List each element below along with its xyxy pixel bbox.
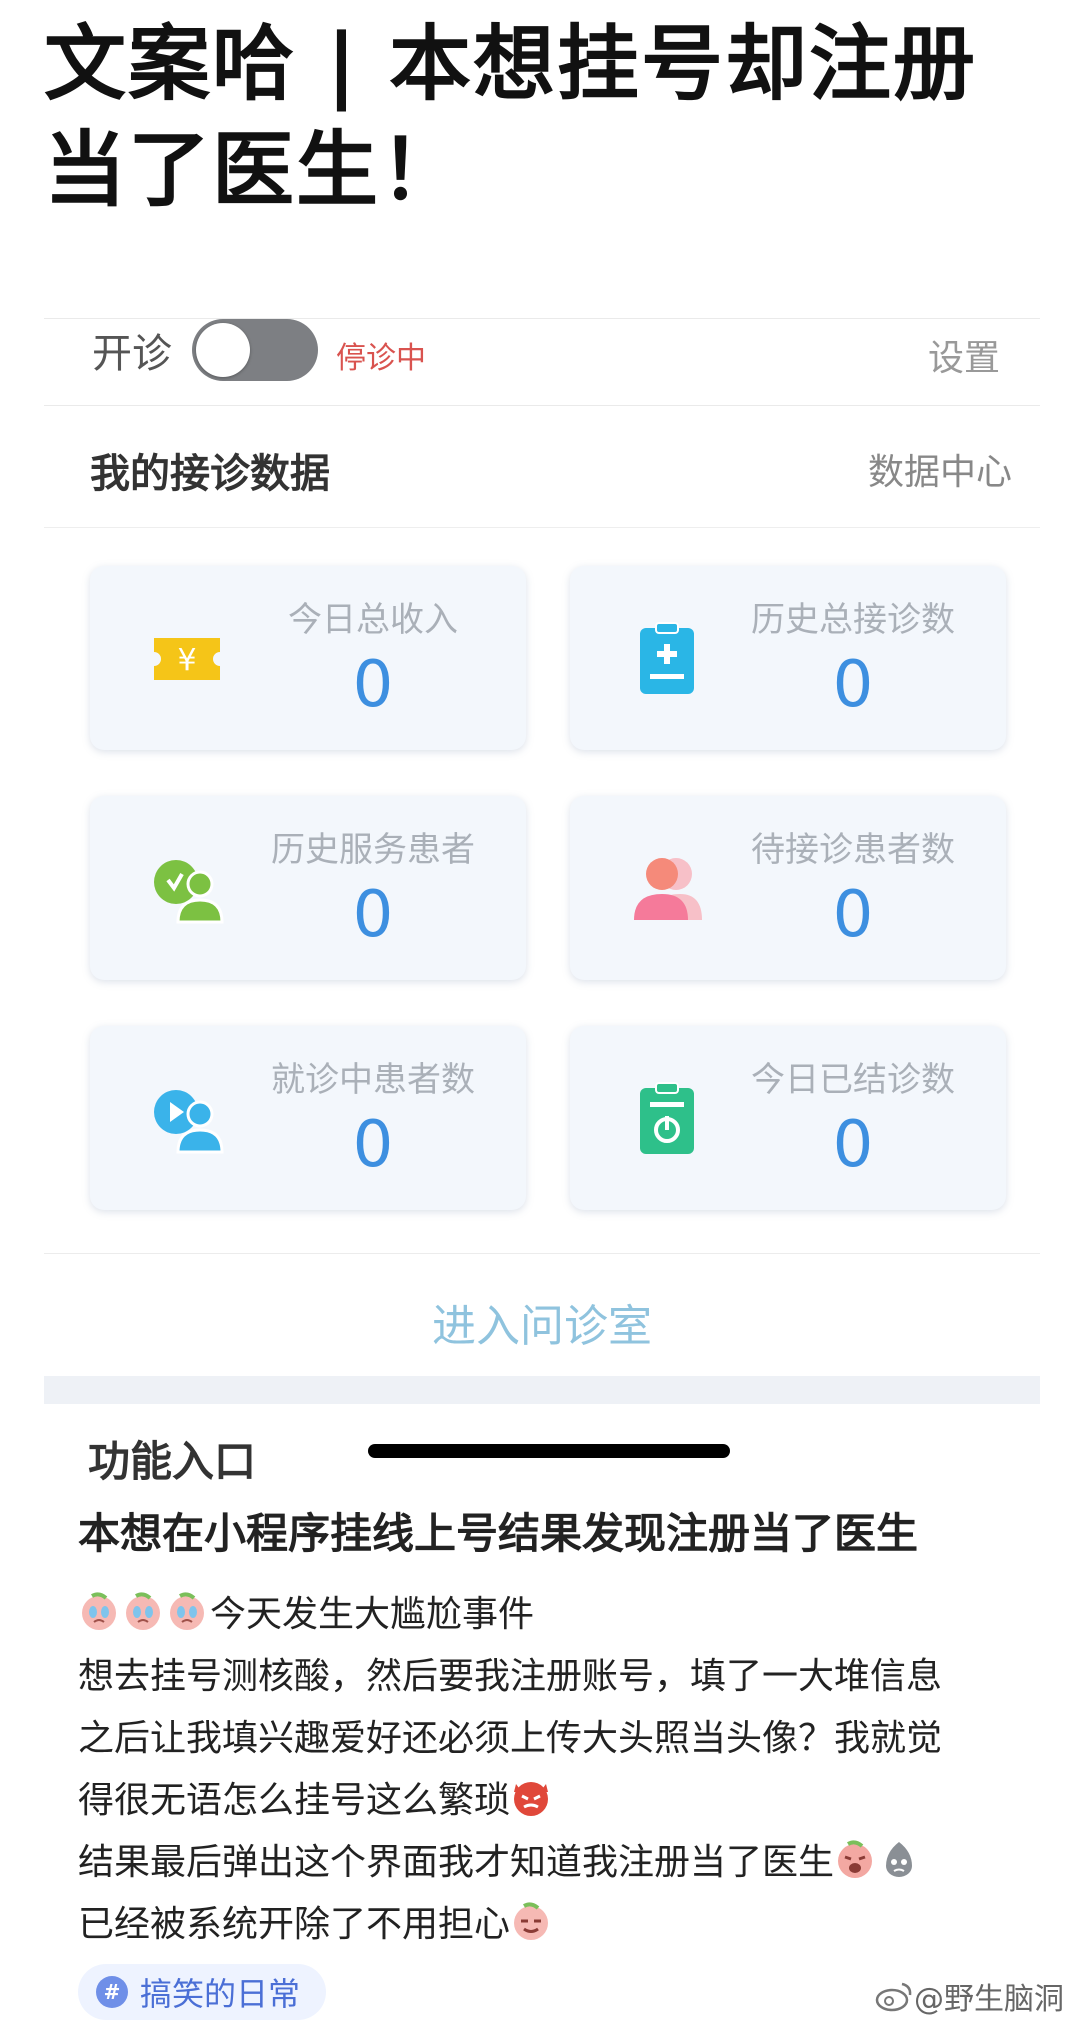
crying-peach-emoji-icon <box>82 1592 116 1630</box>
svg-text:¥: ¥ <box>177 643 196 678</box>
topic-tag[interactable]: # 搞笑的日常 <box>78 1964 327 2020</box>
stat-label: 历史服务患者 <box>271 830 475 870</box>
post-line: 已经被系统开除了不用担心 <box>78 1894 1038 1956</box>
post-text: 得很无语怎么挂号这么繁琐 <box>78 1780 511 1821</box>
post-body: 今天发生大尴尬事件 想去挂号测核酸，然后要我注册账号，填了一大堆信息 之后让我填… <box>78 1584 1038 1956</box>
post-line: 想去挂号测核酸，然后要我注册账号，填了一大堆信息 <box>78 1656 943 1697</box>
yuan-ticket-icon: ¥ <box>154 638 220 680</box>
sad-blob-emoji-icon <box>886 1842 913 1877</box>
hashtag-icon: # <box>96 1976 128 2008</box>
patients-served-icon <box>154 860 224 924</box>
post-line: 之后让我填兴趣爱好还必须上传大头照当头像？我就觉 <box>78 1718 943 1759</box>
crying-peach-emoji-icon <box>126 1592 160 1630</box>
clipboard-plus-icon <box>640 622 694 694</box>
settings-link[interactable]: 设置 <box>928 329 1000 381</box>
post-text: 结果最后弹出这个界面我才知道我注册当了医生 <box>78 1842 835 1883</box>
stat-card-waiting-patients[interactable]: 待接诊患者数 0 <box>570 796 1006 980</box>
enter-consultation-room-button[interactable]: 进入问诊室 <box>44 1290 1040 1354</box>
open-clinic-label: 开诊 <box>92 331 172 377</box>
screaming-peach-emoji-icon <box>838 1840 873 1878</box>
post-line: 结果最后弹出这个界面我才知道我注册当了医生 <box>78 1832 1038 1894</box>
stat-card-in-consultation[interactable]: 就诊中患者数 0 <box>90 1026 526 1210</box>
clinic-status-row: 开诊 停诊中 设置 <box>44 318 1040 406</box>
stat-label: 就诊中患者数 <box>271 1060 475 1100</box>
angry-devil-emoji-icon <box>514 1782 549 1816</box>
stat-label: 今日总收入 <box>288 600 458 640</box>
stat-label: 今日已结诊数 <box>751 1060 955 1100</box>
waiting-patient-icon <box>634 858 702 920</box>
data-center-link[interactable]: 数据中心 <box>868 443 1012 495</box>
headline: 文案哈 | 本想挂号却注册当了医生！ <box>44 17 978 218</box>
redaction-bar <box>368 1444 730 1458</box>
stat-card-today-finished[interactable]: 今日已结诊数 0 <box>570 1026 1006 1210</box>
stat-value: 0 <box>352 648 394 722</box>
weibo-watermark: @野生脑洞 <box>874 1974 1064 2018</box>
toggle-knob <box>196 323 250 377</box>
in-consultation-icon <box>154 1090 224 1154</box>
section-separator <box>44 1376 1040 1404</box>
watermark-text: @野生脑洞 <box>914 1982 1064 2017</box>
stat-value: 0 <box>352 878 394 952</box>
post-text: 已经被系统开除了不用担心 <box>78 1904 511 1945</box>
tag-label: 搞笑的日常 <box>140 1975 301 2013</box>
open-clinic-toggle[interactable] <box>192 319 318 381</box>
stat-value: 0 <box>352 1108 394 1182</box>
stat-label: 历史总接诊数 <box>751 600 955 640</box>
clipboard-done-icon <box>640 1082 694 1154</box>
clinic-status-text: 停诊中 <box>336 341 426 376</box>
stat-label: 待接诊患者数 <box>751 830 955 870</box>
crying-peach-emoji-icon <box>170 1592 204 1630</box>
post-title: 本想在小程序挂线上号结果发现注册当了医生 <box>78 1509 919 1558</box>
stat-value: 0 <box>832 878 874 952</box>
section-title: 我的接诊数据 <box>90 451 330 497</box>
post-text: 今天发生大尴尬事件 <box>210 1594 535 1635</box>
consultation-data-header: 我的接诊数据 数据中心 <box>44 405 1040 528</box>
weibo-logo-icon <box>875 1982 912 2012</box>
smug-peach-emoji-icon <box>514 1902 549 1940</box>
stat-value: 0 <box>832 648 874 722</box>
function-entry-title: 功能入口 <box>88 1437 257 1486</box>
stat-card-today-income[interactable]: ¥ 今日总收入 0 <box>90 566 526 750</box>
divider <box>44 1253 1040 1254</box>
post-line: 今天发生大尴尬事件 <box>78 1584 1038 1646</box>
stat-card-history-consultations[interactable]: 历史总接诊数 0 <box>570 566 1006 750</box>
post-line: 得很无语怎么挂号这么繁琐 <box>78 1770 1038 1832</box>
stat-card-history-patients[interactable]: 历史服务患者 0 <box>90 796 526 980</box>
stat-value: 0 <box>832 1108 874 1182</box>
